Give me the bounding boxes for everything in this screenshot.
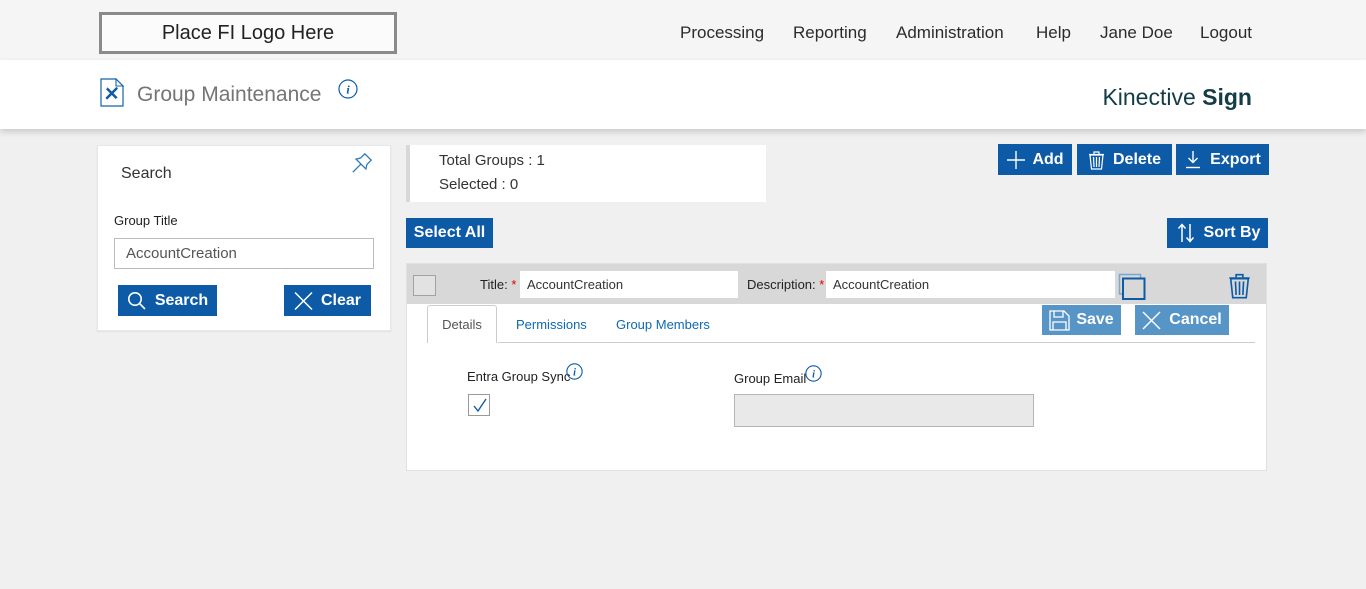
svg-text:i: i — [812, 369, 815, 380]
svg-text:i: i — [346, 83, 350, 97]
svg-text:i: i — [573, 367, 576, 378]
